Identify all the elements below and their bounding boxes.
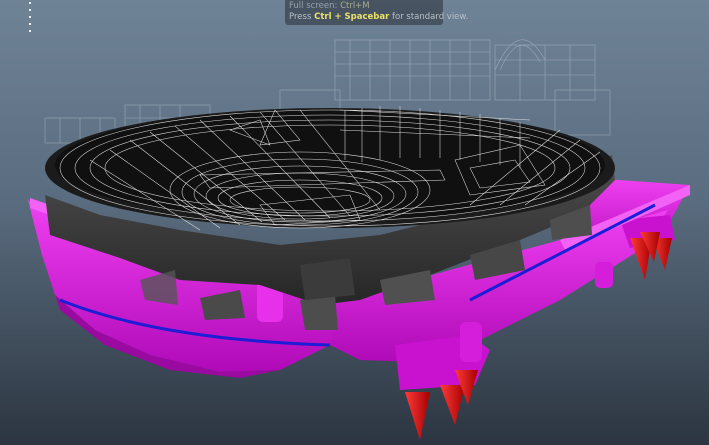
viewport-axis-ticks-icon bbox=[28, 2, 32, 36]
stadium-bowl bbox=[45, 108, 615, 228]
stadium-model[interactable] bbox=[0, 0, 709, 445]
hint-line-1: Full screen: Ctrl+M bbox=[289, 1, 439, 12]
hint-line1-prefix: Full screen: bbox=[289, 1, 338, 11]
hint-line-2: Press Ctrl + Spacebar for standard view. bbox=[289, 12, 468, 23]
3d-viewport[interactable]: Full screen: Ctrl+M Press Ctrl + Spaceba… bbox=[0, 0, 709, 445]
viewport-hint-overlay: Full screen: Ctrl+M Press Ctrl + Spaceba… bbox=[285, 0, 468, 25]
hint-line2-suffix: for standard view. bbox=[392, 12, 469, 22]
hint-line2-prefix: Press bbox=[289, 12, 312, 22]
hint-line1-key: Ctrl+M bbox=[340, 1, 370, 11]
hint-line2-key: Ctrl + Spacebar bbox=[314, 12, 390, 22]
